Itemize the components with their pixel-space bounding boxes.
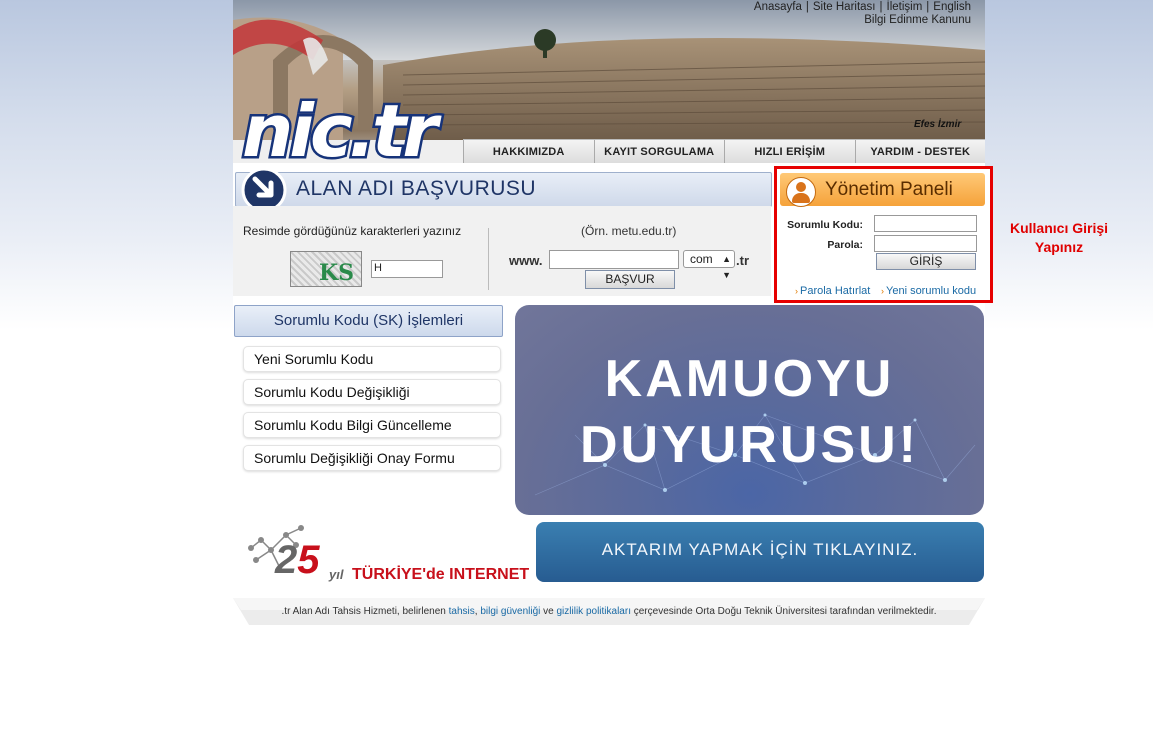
sk-item-info-update[interactable]: Sorumlu Kodu Bilgi Güncelleme [243, 412, 501, 438]
top-link-home[interactable]: Anasayfa [754, 1, 802, 13]
sk-item-approval-form[interactable]: Sorumlu Değişikliği Onay Formu [243, 445, 501, 471]
captcha-input[interactable]: H [371, 260, 443, 278]
tld-select[interactable]: com ▲ ▼ [683, 250, 735, 280]
footer-link-allocation[interactable]: tahsis [449, 606, 475, 617]
domain-application-header: ALAN ADI BAŞVURUSU [235, 172, 772, 207]
footer-text: .tr Alan Adı Tahsis Hizmeti, belirlenen … [281, 606, 937, 617]
anniversary-number: 25 [275, 538, 320, 582]
user-icon [786, 177, 816, 207]
nictr-logo[interactable]: nic.tr [239, 84, 449, 163]
footer: .tr Alan Adı Tahsis Hizmeti, belirlenen … [233, 598, 985, 625]
forgot-password-link[interactable]: › Parola Hatırlat [795, 285, 870, 297]
main-nav: HAKKIMIZDA KAYIT SORGULAMA HIZLI ERİŞİM … [463, 139, 985, 163]
domain-input[interactable] [549, 250, 679, 269]
top-link-sitemap[interactable]: Site Haritası [813, 1, 876, 13]
login-annotation: Kullanıcı Girişi Yapınız [1009, 220, 1109, 255]
admin-panel: Yönetim Paneli Sorumlu Kodu: Parola: GİR… [774, 166, 993, 303]
code-input[interactable] [874, 215, 977, 232]
top-link-contact[interactable]: İletişim [887, 1, 923, 13]
bullet-icon: › [795, 286, 798, 296]
sk-item-new-code[interactable]: Yeni Sorumlu Kodu [243, 346, 501, 372]
nav-quick-access[interactable]: HIZLI ERİŞİM [724, 140, 855, 163]
select-arrows-icon: ▲ ▼ [722, 254, 731, 280]
new-code-link[interactable]: › Yeni sorumlu kodu [881, 285, 976, 297]
footer-link-security[interactable]: bilgi güvenliği [480, 606, 540, 617]
domain-application-title: ALAN ADI BAŞVURUSU [296, 177, 537, 200]
network-graphic [534, 413, 976, 496]
captcha-image: KS [290, 251, 362, 287]
domain-application-form: Resimde gördüğünüz karakterleri yazınız … [233, 206, 771, 296]
code-label: Sorumlu Kodu: [787, 219, 863, 231]
photo-caption: Efes İzmir [914, 119, 962, 130]
anniversary-text: TÜRKİYE'de INTERNET [352, 566, 530, 583]
domain-example: (Örn. metu.edu.tr) [581, 224, 677, 238]
login-button[interactable]: GİRİŞ [876, 253, 976, 270]
captcha-label: Resimde gördüğünüz karakterleri yazınız [243, 224, 462, 238]
page-container: Anasayfa | Site Haritası | İletişim | English … [233, 0, 993, 630]
transfer-banner-text: AKTARIM YAPMAK İÇİN TIKLAYINIZ. [601, 540, 919, 559]
top-link-english[interactable]: English [933, 1, 971, 13]
anniversary-yil: yıl [329, 567, 344, 582]
announcement-line1: KAMUOYU [604, 350, 895, 408]
top-links: Anasayfa | Site Haritası | İletişim | English … [753, 1, 971, 26]
password-label: Parola: [827, 239, 863, 251]
www-prefix: www. [509, 253, 543, 268]
admin-panel-header: Yönetim Paneli [780, 173, 985, 207]
nav-help-support[interactable]: YARDIM - DESTEK [854, 140, 986, 163]
internet-25-years-logo[interactable]: 25 yıl TÜRKİYE'de INTERNET [241, 520, 531, 592]
nav-about[interactable]: HAKKIMIZDA [463, 140, 594, 163]
tld-suffix: .tr [736, 253, 749, 268]
sk-item-code-change[interactable]: Sorumlu Kodu Değişikliği [243, 379, 501, 405]
footer-link-privacy[interactable]: gizlilik politikaları [557, 606, 631, 617]
logo-text: nic.tr [242, 89, 442, 162]
password-input[interactable] [874, 235, 977, 252]
nav-record-query[interactable]: KAYIT SORGULAMA [593, 140, 725, 163]
public-announcement-banner[interactable]: KAMUOYU DUYURUSU! [515, 305, 984, 515]
admin-panel-title: Yönetim Paneli [825, 179, 953, 200]
form-divider [488, 228, 489, 290]
apply-button[interactable]: BAŞVUR [585, 270, 675, 289]
bullet-icon: › [881, 286, 884, 296]
transfer-banner[interactable]: AKTARIM YAPMAK İÇİN TIKLAYINIZ. [536, 522, 984, 582]
header-banner: Anasayfa | Site Haritası | İletişim | English … [233, 0, 985, 163]
top-link-info-law[interactable]: Bilgi Edinme Kanunu [864, 14, 971, 26]
tld-selected: com [690, 252, 713, 266]
announcement-line2: DUYURUSU! [580, 416, 919, 474]
sk-menu-title: Sorumlu Kodu (SK) İşlemleri [234, 305, 503, 337]
